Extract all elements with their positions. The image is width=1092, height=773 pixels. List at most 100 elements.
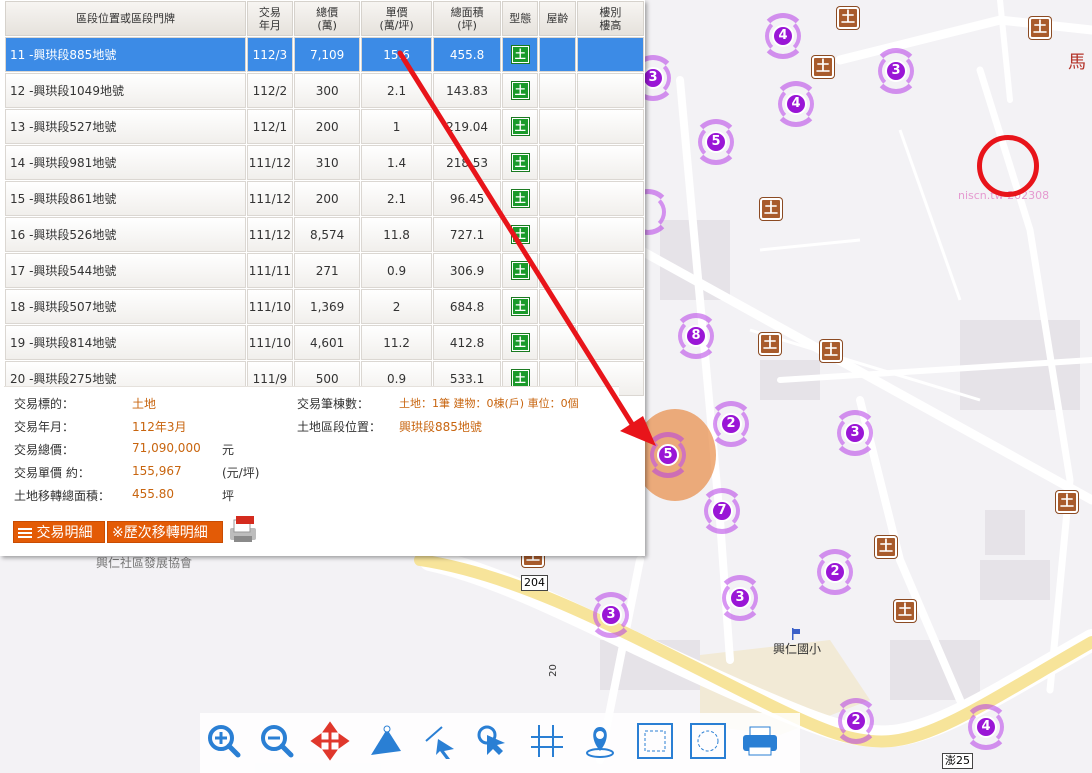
zoom-in-icon[interactable]: [204, 721, 244, 761]
pan-icon[interactable]: [310, 721, 350, 761]
cell-address: 18 -興珙段507地號: [5, 289, 246, 324]
cell-year-month: 111/12: [246, 217, 293, 252]
cluster-marker[interactable]: 3: [873, 48, 919, 94]
cell-area: 684.8: [432, 289, 502, 324]
land-marker-icon[interactable]: 土: [875, 536, 897, 558]
cluster-marker-selected[interactable]: 5: [645, 432, 691, 478]
land-type-icon: 土: [511, 370, 529, 387]
printer-icon[interactable]: [740, 721, 780, 761]
land-type-icon: 土: [511, 46, 529, 63]
detail-target-value: 土地: [132, 397, 157, 411]
cluster-marker[interactable]: 3: [717, 575, 763, 621]
detail-ym-value: 112年3月: [132, 420, 187, 434]
detail-area-unit: 坪: [222, 489, 235, 503]
cell-type: 土: [502, 181, 539, 216]
cell-year-month: 112/1: [246, 109, 293, 144]
select-icon[interactable]: [473, 721, 513, 761]
land-marker-icon[interactable]: 土: [760, 198, 782, 220]
cluster-marker[interactable]: 5: [693, 119, 739, 165]
land-marker-icon[interactable]: 土: [1056, 491, 1078, 513]
print-area-icon[interactable]: [635, 721, 675, 761]
cluster-marker[interactable]: 3: [588, 592, 634, 638]
header-year-month[interactable]: 交易 年月: [246, 1, 293, 36]
transaction-detail-button[interactable]: 交易明細: [13, 521, 105, 543]
land-marker-icon[interactable]: 土: [820, 340, 842, 362]
pdf-icon[interactable]: [228, 516, 258, 544]
cell-floor: [576, 145, 644, 180]
detail-target-label: 交易標的：: [14, 397, 75, 411]
cell-total-price: 8,574: [293, 217, 361, 252]
cluster-marker[interactable]: 7: [699, 488, 745, 534]
table-row[interactable]: 13 -興珙段527地號 112/1 200 1 219.04 土: [5, 109, 644, 144]
cell-total-price: 7,109: [293, 37, 361, 72]
cell-total-price: 200: [293, 181, 361, 216]
detail-total-unit: 元: [222, 443, 235, 457]
cell-total-price: 1,369: [293, 289, 361, 324]
cell-age: [539, 109, 576, 144]
zoom-out-icon[interactable]: [257, 721, 297, 761]
cell-type: 土: [502, 217, 539, 252]
cluster-marker[interactable]: 3: [832, 410, 878, 456]
measure-line-icon[interactable]: [420, 721, 460, 761]
header-floor[interactable]: 樓別 樓高: [576, 1, 644, 36]
cluster-marker[interactable]: 2: [833, 698, 879, 744]
cell-unit-price: 2: [361, 289, 432, 324]
transaction-detail-button-label: 交易明細: [36, 525, 93, 541]
cluster-marker[interactable]: 2: [708, 401, 754, 447]
land-marker-icon[interactable]: 土: [759, 333, 781, 355]
table-row[interactable]: 16 -興珙段526地號 111/12 8,574 11.8 727.1 土: [5, 217, 644, 252]
cluster-marker[interactable]: 4: [773, 81, 819, 127]
land-type-icon: 土: [511, 118, 529, 135]
detail-unit-value: 155,967: [132, 464, 182, 478]
cell-floor: [576, 289, 644, 324]
cell-floor: [576, 109, 644, 144]
table-row[interactable]: 12 -興珙段1049地號 112/2 300 2.1 143.83 土: [5, 73, 644, 108]
cell-age: [539, 289, 576, 324]
cluster-marker[interactable]: 8: [673, 313, 719, 359]
list-icon: [18, 526, 32, 540]
cell-age: [539, 325, 576, 360]
measure-area-icon[interactable]: [365, 721, 405, 761]
header-address[interactable]: 區段位置或區段門牌: [5, 1, 246, 36]
cell-area: 412.8: [432, 325, 502, 360]
land-marker-icon[interactable]: 土: [1029, 17, 1051, 39]
locate-icon[interactable]: [580, 721, 620, 761]
print-select-icon[interactable]: [688, 721, 728, 761]
table-row[interactable]: 15 -興珙段861地號 111/12 200 2.1 96.45 土: [5, 181, 644, 216]
header-total-price[interactable]: 總價 (萬): [293, 1, 361, 36]
land-marker-icon[interactable]: 土: [812, 56, 834, 78]
transfer-history-button[interactable]: ※歷次移轉明細: [107, 521, 223, 543]
cell-floor: [576, 217, 644, 252]
land-marker-icon[interactable]: 土: [837, 7, 859, 29]
land-type-icon: 土: [511, 334, 529, 351]
cell-area: 455.8: [432, 37, 502, 72]
land-marker-icon[interactable]: 土: [894, 600, 916, 622]
header-area[interactable]: 總面積 (坪): [432, 1, 502, 36]
annotation-circle: [977, 135, 1039, 197]
cell-type: 土: [502, 253, 539, 288]
crosshair-icon[interactable]: [527, 721, 567, 761]
cluster-marker[interactable]: 4: [963, 704, 1009, 750]
header-type[interactable]: 型態: [502, 1, 539, 36]
table-row[interactable]: 18 -興珙段507地號 111/10 1,369 2 684.8 土: [5, 289, 644, 324]
cluster-marker[interactable]: 2: [812, 549, 858, 595]
cell-area: 96.45: [432, 181, 502, 216]
land-type-icon: 土: [511, 82, 529, 99]
table-row[interactable]: 11 -興珙段885地號 112/3 7,109 15.6 455.8 土: [5, 37, 644, 72]
cell-type: 土: [502, 109, 539, 144]
table-row[interactable]: 19 -興珙段814地號 111/10 4,601 11.2 412.8 土: [5, 325, 644, 360]
table-row[interactable]: 17 -興珙段544地號 111/11 271 0.9 306.9 土: [5, 253, 644, 288]
cluster-marker[interactable]: 4: [760, 13, 806, 59]
table-row[interactable]: 14 -興珙段981地號 111/12 310 1.4 218.53 土: [5, 145, 644, 180]
cell-age: [539, 37, 576, 72]
cell-floor: [576, 181, 644, 216]
cell-address: 17 -興珙段544地號: [5, 253, 246, 288]
cell-floor: [576, 37, 644, 72]
detail-location-label: 土地區段位置：: [297, 420, 382, 434]
header-age[interactable]: 屋齡: [539, 1, 576, 36]
header-unit-price[interactable]: 單價 (萬/坪): [361, 1, 432, 36]
cell-address: 12 -興珙段1049地號: [5, 73, 246, 108]
cell-age: [539, 217, 576, 252]
detail-unit-unit: (元/坪): [222, 466, 260, 480]
transaction-panel: 區段位置或區段門牌 交易 年月 總價 (萬) 單價 (萬/坪) 總面積 (坪) …: [0, 0, 645, 556]
